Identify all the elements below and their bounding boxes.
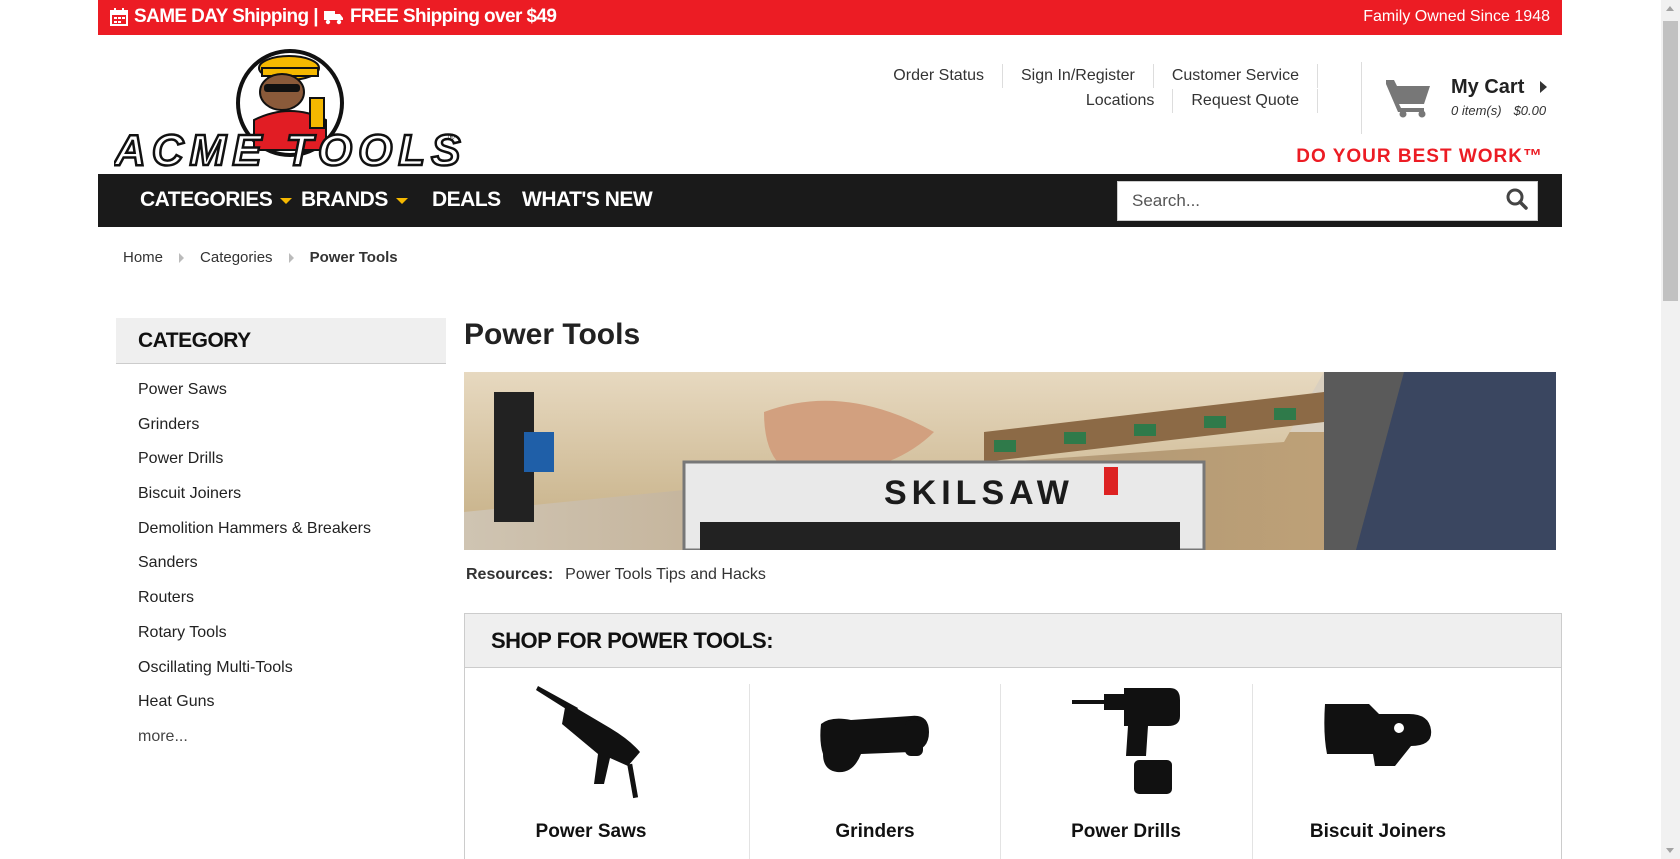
locations-link[interactable]: Locations (1068, 89, 1174, 113)
power-drill-icon (1070, 684, 1182, 804)
shop-heading: SHOP FOR POWER TOOLS: (465, 614, 1561, 668)
page: SAME DAY Shipping | FREE Shipping over $… (0, 0, 1661, 859)
resources-label: Resources: (466, 566, 554, 583)
biscuit-joiner-icon (1321, 684, 1435, 804)
page-title: Power Tools (464, 318, 641, 351)
sidebar-item-oscillating-multi-tools[interactable]: Oscillating Multi-Tools (138, 659, 371, 694)
caret-down-icon (280, 198, 293, 204)
breadcrumb: Home Categories Power Tools (123, 249, 398, 266)
shop-tile-power-saws[interactable]: Power Saws (465, 684, 717, 859)
svg-text:®: ® (448, 132, 455, 142)
nav-whats-new-label: WHAT'S NEW (522, 188, 653, 211)
shop-tile-label: Grinders (835, 821, 915, 842)
nav-deals[interactable]: DEALS (432, 188, 501, 212)
sidebar-item-power-saws[interactable]: Power Saws (138, 381, 371, 416)
chevron-right-icon (1540, 80, 1548, 98)
cart-item-count: 0 item(s) (1451, 103, 1502, 118)
truck-icon (323, 9, 344, 25)
shop-heading-label: SHOP FOR POWER TOOLS: (491, 628, 774, 653)
resources: Resources: Power Tools Tips and Hacks (466, 566, 766, 584)
utility-links-row-2: Locations Request Quote (1068, 89, 1318, 113)
shop-tile-label: Power Drills (1071, 821, 1181, 842)
nav-brands[interactable]: BRANDS (301, 188, 408, 212)
sidebar-item-routers[interactable]: Routers (138, 589, 371, 624)
order-status-link[interactable]: Order Status (875, 64, 1003, 88)
nav-categories[interactable]: CATEGORIES (140, 188, 293, 212)
shop-tile-power-drills[interactable]: Power Drills (1000, 684, 1252, 859)
nav-whats-new[interactable]: WHAT'S NEW (522, 188, 653, 212)
resources-link[interactable]: Power Tools Tips and Hacks (565, 566, 766, 583)
shop-tile-label: Power Saws (535, 821, 647, 842)
shop-tile-biscuit-joiners[interactable]: Biscuit Joiners (1252, 684, 1504, 859)
calendar-icon (110, 8, 128, 26)
sidebar-item-demolition-hammers[interactable]: Demolition Hammers & Breakers (138, 520, 371, 555)
same-day-shipping-text: SAME DAY Shipping | (134, 6, 319, 27)
utility-links-row-1: Order Status Sign In/Register Customer Ser… (875, 64, 1318, 88)
customer-service-link[interactable]: Customer Service (1154, 64, 1318, 88)
acme-tools-logo[interactable]: ACME TOOLS ® (112, 40, 464, 176)
breadcrumb-home[interactable]: Home (123, 249, 163, 266)
breadcrumb-separator-icon (288, 252, 294, 263)
sign-in-register-link[interactable]: Sign In/Register (1003, 64, 1154, 88)
sidebar-item-heat-guns[interactable]: Heat Guns (138, 693, 371, 728)
cart-summary: 0 item(s) $0.00 (1451, 103, 1558, 118)
shipping-promo[interactable]: SAME DAY Shipping | FREE Shipping over $… (110, 6, 557, 28)
sidebar-item-rotary-tools[interactable]: Rotary Tools (138, 624, 371, 659)
shopping-cart-icon (1380, 78, 1432, 123)
sidebar-heading-label: CATEGORY (138, 329, 251, 352)
shop-tile-label: Biscuit Joiners (1309, 821, 1447, 842)
nav-categories-label: CATEGORIES (140, 188, 273, 211)
scrollbar-thumb[interactable] (1663, 21, 1678, 301)
sidebar-item-sanders[interactable]: Sanders (138, 554, 371, 589)
category-list: Power Saws Grinders Power Drills Biscuit… (138, 381, 371, 763)
cart-divider (1361, 62, 1362, 134)
scroll-up-arrow-icon[interactable] (1666, 6, 1674, 11)
hero-banner: SKILSAW (464, 372, 1556, 550)
promo-bar: SAME DAY Shipping | FREE Shipping over $… (98, 0, 1562, 35)
breadcrumb-categories[interactable]: Categories (200, 249, 273, 266)
breadcrumb-separator-icon (179, 252, 185, 263)
search-button[interactable] (1497, 182, 1537, 220)
sidebar-item-biscuit-joiners[interactable]: Biscuit Joiners (138, 485, 371, 520)
cart-total: $0.00 (1513, 103, 1547, 118)
hero-brand-text: SKILSAW (884, 474, 1074, 512)
nav-brands-label: BRANDS (301, 188, 388, 211)
angle-grinder-icon (819, 684, 931, 804)
sidebar-item-power-drills[interactable]: Power Drills (138, 450, 371, 485)
cart-title: My Cart (1451, 76, 1525, 98)
scroll-down-arrow-icon[interactable] (1666, 848, 1674, 853)
search-box (1117, 181, 1538, 221)
search-input[interactable] (1118, 182, 1498, 220)
request-quote-link[interactable]: Request Quote (1173, 89, 1318, 113)
nav-deals-label: DEALS (432, 188, 501, 211)
breadcrumb-current: Power Tools (309, 249, 398, 266)
sidebar-heading: CATEGORY (116, 318, 446, 364)
reciprocating-saw-icon (536, 684, 646, 804)
shop-panel: SHOP FOR POWER TOOLS: Power Saws Grinder… (464, 613, 1562, 859)
shop-tile-grinders[interactable]: Grinders (749, 684, 1001, 859)
logo-text: ACME TOOLS (114, 126, 464, 172)
my-cart[interactable]: My Cart 0 item(s) $0.00 (1380, 76, 1562, 126)
page-scrollbar[interactable] (1661, 0, 1680, 859)
free-shipping-text: FREE Shipping over $49 (349, 6, 557, 27)
tagline: DO YOUR BEST WORK™ (1296, 146, 1543, 167)
sidebar-more-link[interactable]: more... (138, 728, 371, 763)
family-owned-text: Family Owned Since 1948 (1363, 8, 1550, 25)
sidebar-item-grinders[interactable]: Grinders (138, 416, 371, 451)
caret-down-icon (395, 198, 408, 204)
search-icon (1506, 188, 1528, 215)
